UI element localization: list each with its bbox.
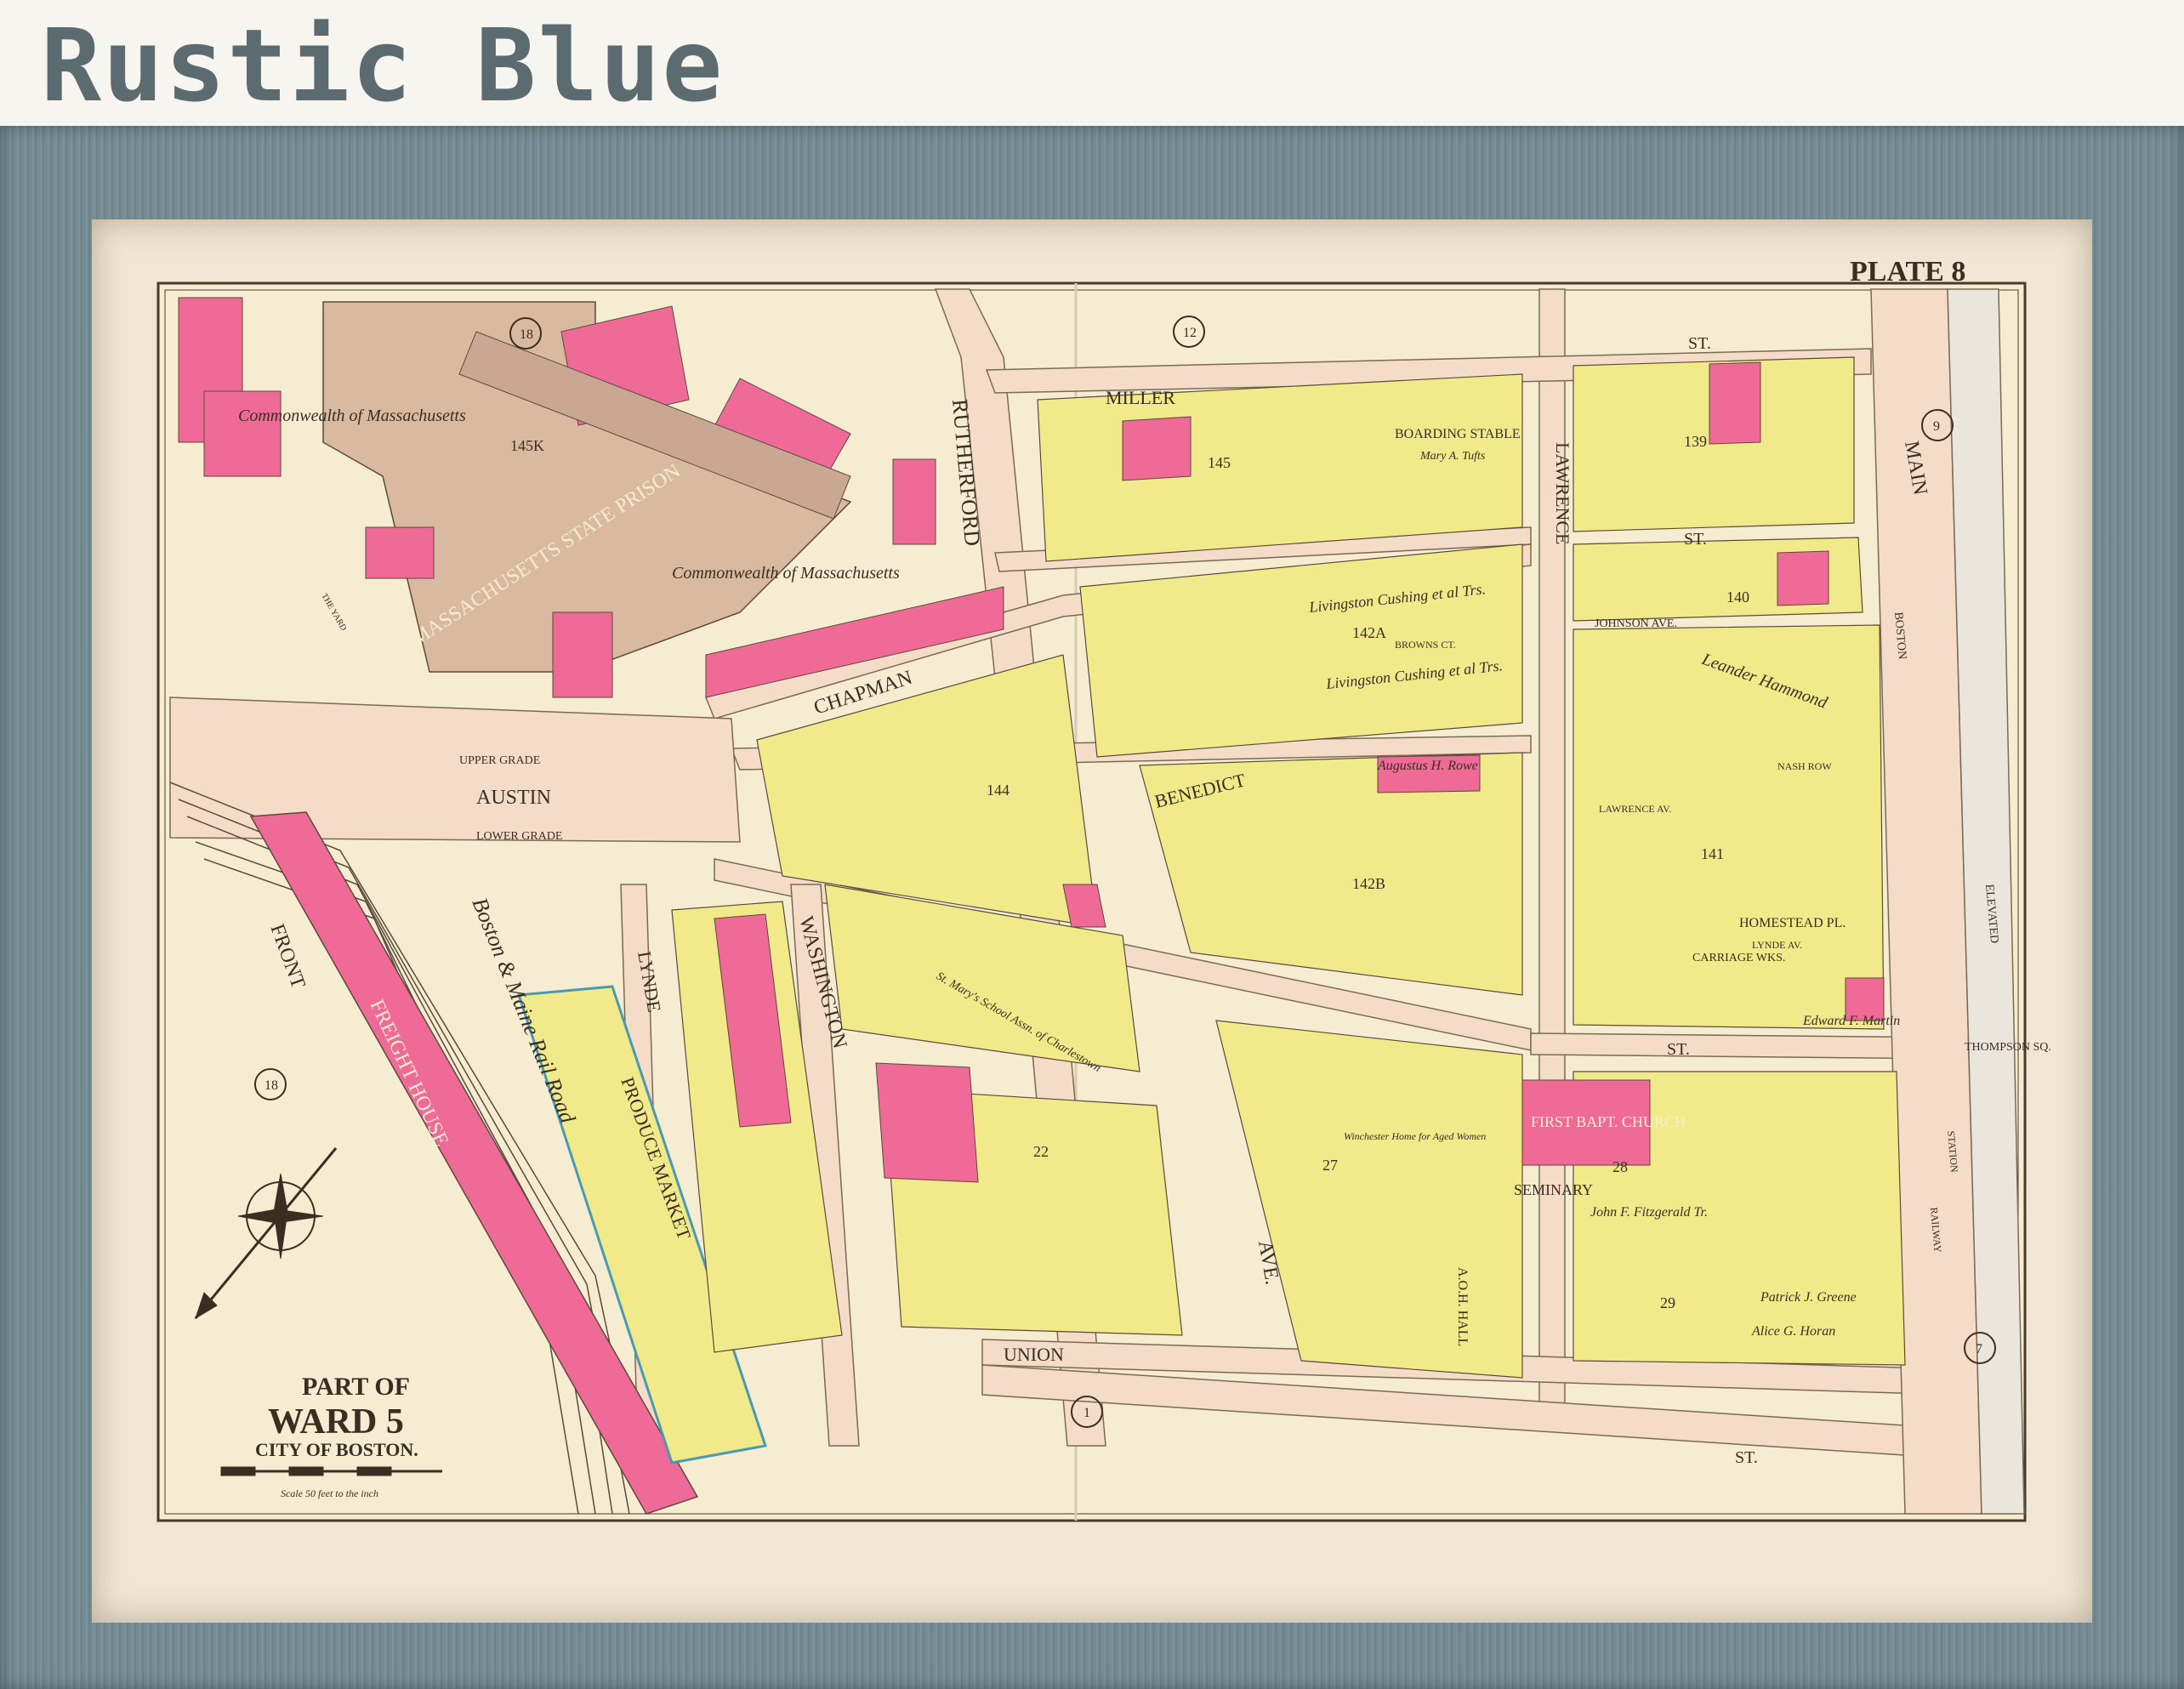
ward-circle-7: 7 [1976,1342,1982,1356]
plate-label: PLATE 8 [1850,256,1965,287]
title-part: PART OF [302,1373,410,1401]
place-aoh-hall: A.O.H. HALL [1455,1267,1470,1346]
street-st-top: ST. [1688,334,1711,353]
block-num-145: 145 [1208,454,1231,471]
place-augustus: Augustus H. Rowe [1377,759,1478,773]
block-num-28: 28 [1612,1158,1628,1175]
block-num-139: 139 [1684,433,1707,450]
nash-row: NASH ROW [1777,760,1832,772]
lynde-av: LYNDE AV. [1752,939,1802,951]
street-miller: MILLER [1106,387,1175,408]
scale-text: Scale 50 feet to the inch [281,1487,378,1499]
street-seminary: SEMINARY [1514,1181,1593,1198]
title-city: CITY OF BOSTON. [255,1439,418,1460]
place-commonwealth-2: Commonwealth of Massachusetts [672,564,900,583]
place-winchester: Winchester Home for Aged Women [1344,1130,1486,1142]
title-ward: WARD 5 [268,1402,404,1442]
place-carriage: CARRIAGE WKS. [1692,952,1785,964]
ward-circle-9: 9 [1933,419,1940,434]
lawrence-av: LAWRENCE AV. [1599,803,1671,815]
browns-ct: BROWNS CT. [1395,639,1456,651]
place-alice: Alice G. Horan [1751,1324,1835,1339]
place-patrick: Patrick J. Greene [1760,1290,1857,1305]
street-lower-grade: LOWER GRADE [476,830,563,843]
street-lawrence: LAWRENCE [1552,442,1573,544]
street-johnson-ave: JOHNSON AVE. [1595,617,1677,630]
block-num-145k: 145K [510,437,544,454]
thompson-sq: THOMPSON SQ. [1965,1041,2051,1054]
block-num-22: 22 [1033,1143,1049,1160]
block-num-142a: 142A [1352,624,1386,641]
block-num-141: 141 [1701,845,1724,862]
block-num-142b: 142B [1352,875,1385,892]
place-first-bapt: FIRST BAPT. CHURCH [1531,1113,1686,1130]
block-num-140: 140 [1726,589,1749,606]
ward-circle-18-bottom: 18 [264,1078,278,1093]
place-commonwealth-1: Commonwealth of Massachusetts [238,407,466,425]
ward-circle-18-top: 18 [520,327,533,342]
ward-circle-12: 12 [1183,326,1197,340]
street-homestead: HOMESTEAD PL. [1739,916,1846,930]
street-union: UNION [1004,1344,1064,1365]
street-st-north: ST. [1684,530,1707,549]
street-st-east: ST. [1667,1040,1690,1059]
ward-circle-1: 1 [1083,1406,1090,1420]
place-boarding-stable: BOARDING STABLE [1395,427,1521,441]
block-141 [1573,624,1885,1030]
ward-map: PLATE 8 PART OF WARD 5 CITY OF BOSTON. S… [156,256,2051,1522]
street-austin: AUSTIN [476,787,551,809]
place-edward-martin: Edward F. Martin [1802,1014,1900,1028]
block-num-27: 27 [1322,1157,1338,1174]
street-upper-grade: UPPER GRADE [459,754,540,767]
block-num-29: 29 [1660,1294,1675,1311]
block-num-144: 144 [987,782,1010,799]
place-mary-tufts: Mary A. Tufts [1419,450,1486,463]
place-john-fitzgerald: John F. Fitzgerald Tr. [1590,1205,1708,1220]
street-st-bottom: ST. [1735,1448,1758,1467]
